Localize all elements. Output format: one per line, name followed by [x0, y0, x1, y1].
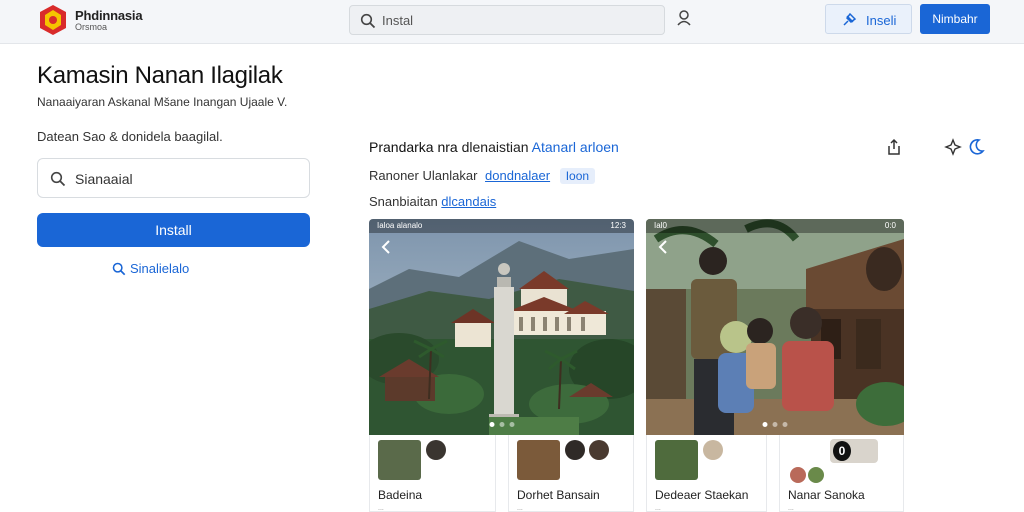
- carousel-dot[interactable]: [762, 422, 768, 427]
- search-icon: [112, 262, 126, 276]
- source-row: Snanbiaitan dlcandais: [369, 194, 496, 209]
- avatar: [790, 467, 806, 483]
- promo-text: Datean Sao & donidela baagilal.: [37, 129, 223, 144]
- carousel-dot[interactable]: [772, 422, 778, 427]
- app-search-field[interactable]: Sianaaial: [37, 158, 310, 198]
- caption-tile[interactable]: Dorhet Bansain ...: [508, 435, 634, 512]
- family-photo-image: [646, 219, 904, 435]
- carousel-dot[interactable]: [509, 422, 514, 427]
- top-bar: Phdinnasia Orsmoa Instal Inseli Nimbahr: [0, 0, 1024, 44]
- primary-header-button[interactable]: Nimbahr: [920, 4, 990, 34]
- pill-label: 0: [833, 441, 851, 461]
- meta-row: Ranoner Ulanlakar dondnalaer Ioon: [369, 168, 596, 184]
- source-link[interactable]: dlcandais: [441, 194, 496, 209]
- caption-title: Badeina: [378, 488, 423, 502]
- avatar: [808, 467, 824, 483]
- screenshot-family[interactable]: Ial0 0:0: [646, 219, 904, 435]
- brand-subtitle: Orsmoa: [75, 22, 108, 32]
- search-input[interactable]: Instal: [382, 13, 413, 28]
- back-arrow-icon[interactable]: [379, 239, 393, 255]
- app-title: Kamasin Nanan Ilagilak: [37, 62, 283, 89]
- thumbnail-image: [517, 440, 560, 480]
- meta-chip[interactable]: Ioon: [559, 168, 596, 184]
- outline-button-label: Inseli: [866, 13, 897, 28]
- temple-landscape-image: [369, 219, 634, 435]
- caption-subtitle: ...: [378, 505, 384, 512]
- source-label: Snanbiaitan: [369, 194, 438, 209]
- carousel-dots: [489, 422, 514, 427]
- search-icon: [50, 171, 66, 187]
- status-bar-right: 0:0: [884, 221, 896, 230]
- avatar: [426, 440, 446, 460]
- meta-label: Ranoner Ulanlakar: [369, 168, 478, 183]
- share-icon[interactable]: [885, 138, 903, 156]
- caption-tile[interactable]: Dedeaer Staekan ...: [646, 435, 767, 512]
- status-bar: Ialoa alanalo 12:3: [369, 219, 634, 233]
- brand-title: Phdinnasia: [75, 8, 143, 23]
- detail-title: Prandarka nra dlenaistian Atanarl arloen: [369, 139, 619, 155]
- moon-icon[interactable]: [969, 138, 985, 156]
- status-bar-right: 12:3: [610, 221, 626, 230]
- thumbnail-image: [655, 440, 698, 480]
- outline-action-button[interactable]: Inseli: [825, 4, 912, 34]
- carousel-dot[interactable]: [489, 422, 494, 427]
- status-bar-left: Ialoa alanalo: [377, 221, 423, 230]
- secondary-link-label: Sinalielalo: [130, 261, 190, 276]
- install-button[interactable]: Install: [37, 213, 310, 247]
- account-search-icon[interactable]: [676, 9, 694, 27]
- brand-logo-icon[interactable]: [37, 4, 69, 36]
- caption-title: Dorhet Bansain: [517, 488, 600, 502]
- caption-title: Dedeaer Staekan: [655, 488, 749, 502]
- app-subtitle: Nanaaiyaran Askanal Mšane Inangan Ujaale…: [37, 95, 288, 109]
- caption-title: Nanar Sanoka: [788, 488, 865, 502]
- caption-subtitle: ...: [655, 505, 661, 512]
- avatar: [565, 440, 585, 460]
- sparkle-icon[interactable]: [944, 138, 962, 156]
- media-pill[interactable]: 0: [830, 439, 878, 463]
- avatar: [703, 440, 723, 460]
- detail-title-link[interactable]: Atanarl arloen: [532, 139, 619, 155]
- carousel-dots: [762, 422, 788, 427]
- app-search-input[interactable]: Sianaaial: [75, 171, 133, 187]
- pin-icon: [843, 13, 856, 26]
- caption-subtitle: ...: [517, 505, 523, 512]
- carousel-dot[interactable]: [499, 422, 504, 427]
- search-icon: [360, 13, 376, 29]
- avatar: [589, 440, 609, 460]
- thumbnail-image: [378, 440, 421, 480]
- search-bar[interactable]: Instal: [349, 5, 665, 35]
- screenshot-temple[interactable]: Ialoa alanalo 12:3: [369, 219, 634, 435]
- meta-link[interactable]: dondnalaer: [485, 168, 550, 183]
- caption-tile[interactable]: Badeina ...: [369, 435, 496, 512]
- status-bar-left: Ial0: [654, 221, 667, 230]
- back-arrow-icon[interactable]: [656, 239, 670, 255]
- carousel-dot[interactable]: [782, 422, 788, 427]
- caption-subtitle: ...: [788, 505, 794, 512]
- status-bar: Ial0 0:0: [646, 219, 904, 233]
- detail-title-strong: Prandarka nra: [369, 139, 458, 155]
- detail-title-rest: dlenaistian: [461, 139, 529, 155]
